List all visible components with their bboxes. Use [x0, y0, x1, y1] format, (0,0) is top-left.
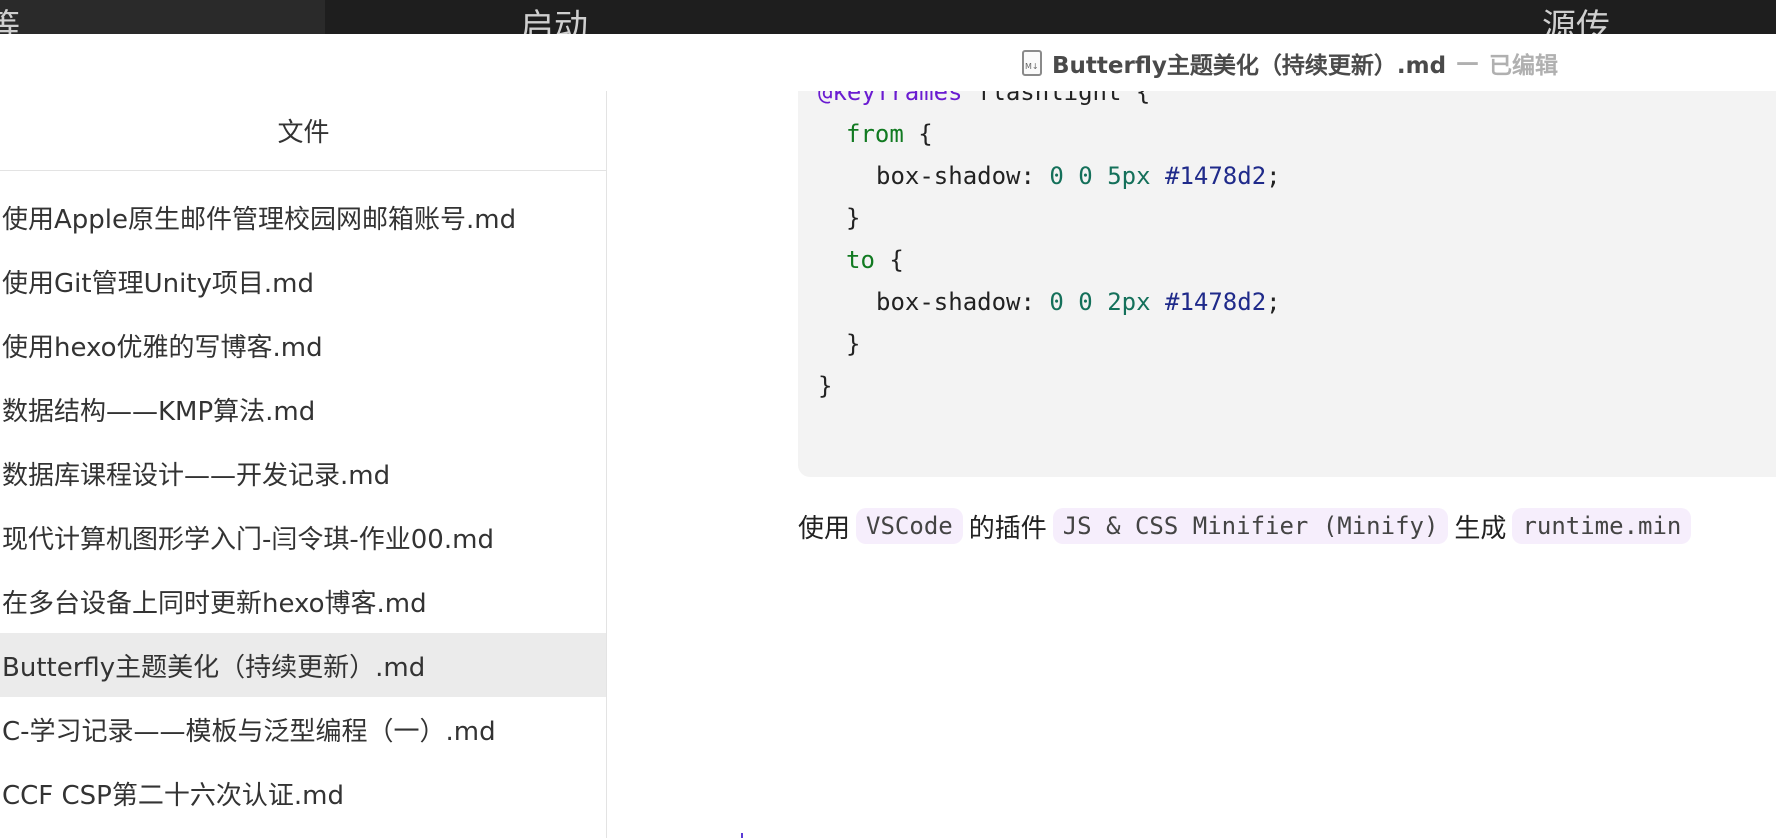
- edited-status: 已编辑: [1489, 53, 1559, 79]
- file-list-item[interactable]: 使用Git管理Unity项目.md: [0, 249, 606, 313]
- top-bar-glyph-mid: 启动: [520, 7, 588, 34]
- paragraph-text: 使用: [798, 513, 851, 544]
- code-block[interactable]: @keyframes flashlight { from { box-shado…: [798, 91, 1776, 477]
- code-keyword-to: to: [846, 246, 875, 274]
- document-title[interactable]: Butterfly主题美化（持续更新）.md — 已编辑: [1022, 48, 1559, 79]
- top-bar-glyph-left: 等: [0, 7, 20, 34]
- code-brace: }: [818, 372, 833, 400]
- code-at-rule: @keyframes: [818, 91, 963, 106]
- editor-pane[interactable]: @keyframes flashlight { from { box-shado…: [608, 91, 1776, 838]
- code-line: to {: [846, 239, 904, 281]
- title-separator: —: [1456, 50, 1480, 76]
- code-brace: }: [846, 330, 861, 358]
- file-list-item[interactable]: 使用hexo优雅的写博客.md: [0, 313, 606, 377]
- code-line: }: [846, 197, 860, 239]
- window-title-bar: Butterfly主题美化（持续更新）.md — 已编辑: [0, 34, 1776, 91]
- file-list-item[interactable]: 数据结构——KMP算法.md: [0, 377, 606, 441]
- inline-code: runtime.min: [1512, 508, 1692, 544]
- top-bar-glyph-right: 源传: [1542, 7, 1610, 34]
- code-line: box-shadow: 0 0 5px #1478d2;: [876, 155, 1281, 197]
- file-list-item[interactable]: CCF CSP第二十六次认证.md: [0, 761, 606, 825]
- text-caret: [741, 833, 743, 838]
- markdown-file-icon: [1022, 50, 1042, 76]
- file-list: 实现基于frp的内网穿透.md使用Apple原生邮件管理校园网邮箱账号.md使用…: [0, 141, 606, 825]
- inline-code: VSCode: [856, 508, 963, 544]
- code-line: from {: [846, 113, 933, 155]
- code-number: 0 0 2px: [1049, 288, 1151, 316]
- paragraph-text: 生成: [1454, 513, 1507, 544]
- code-line: }: [846, 323, 860, 365]
- code-hex-color: #1478d2: [1165, 288, 1267, 316]
- code-text: flashlight {: [962, 91, 1151, 106]
- code-brace: }: [846, 204, 861, 232]
- code-property: box-shadow:: [876, 162, 1050, 190]
- inline-code: JS & CSS Minifier (Minify): [1052, 508, 1449, 544]
- code-text: {: [903, 120, 933, 148]
- code-semicolon: ;: [1266, 288, 1281, 316]
- code-line: }: [818, 365, 832, 407]
- code-property: box-shadow:: [876, 288, 1050, 316]
- code-hex-color: #1478d2: [1165, 162, 1267, 190]
- code-line: @keyframes flashlight {: [818, 91, 1150, 113]
- paragraph[interactable]: 使用 VSCode 的插件 JS & CSS Minifier (Minify)…: [798, 501, 1692, 551]
- file-list-item[interactable]: C-学习记录——模板与泛型编程（一）.md: [0, 697, 606, 761]
- file-list-item[interactable]: 现代计算机图形学入门-闫令琪-作业00.md: [0, 505, 606, 569]
- code-text: {: [874, 246, 904, 274]
- file-list-item[interactable]: 使用Apple原生邮件管理校园网邮箱账号.md: [0, 185, 606, 249]
- file-list-item[interactable]: 在多台设备上同时更新hexo博客.md: [0, 569, 606, 633]
- top-bar-left-segment: [0, 0, 325, 34]
- paragraph-text: 的插件: [968, 513, 1047, 544]
- code-keyword-from: from: [846, 120, 904, 148]
- file-sidebar: 文件 实现基于frp的内网穿透.md使用Apple原生邮件管理校园网邮箱账号.m…: [0, 91, 607, 838]
- code-line: box-shadow: 0 0 2px #1478d2;: [876, 281, 1281, 323]
- document-name: Butterfly主题美化（持续更新）.md: [1052, 53, 1447, 79]
- code-semicolon: ;: [1266, 162, 1281, 190]
- sidebar-header: 文件: [0, 91, 606, 171]
- file-list-item[interactable]: 数据库课程设计——开发记录.md: [0, 441, 606, 505]
- file-list-item[interactable]: Butterfly主题美化（持续更新）.md: [0, 633, 606, 697]
- code-number: 0 0 5px: [1049, 162, 1151, 190]
- system-top-bar: 等 启动 源传: [0, 0, 1776, 34]
